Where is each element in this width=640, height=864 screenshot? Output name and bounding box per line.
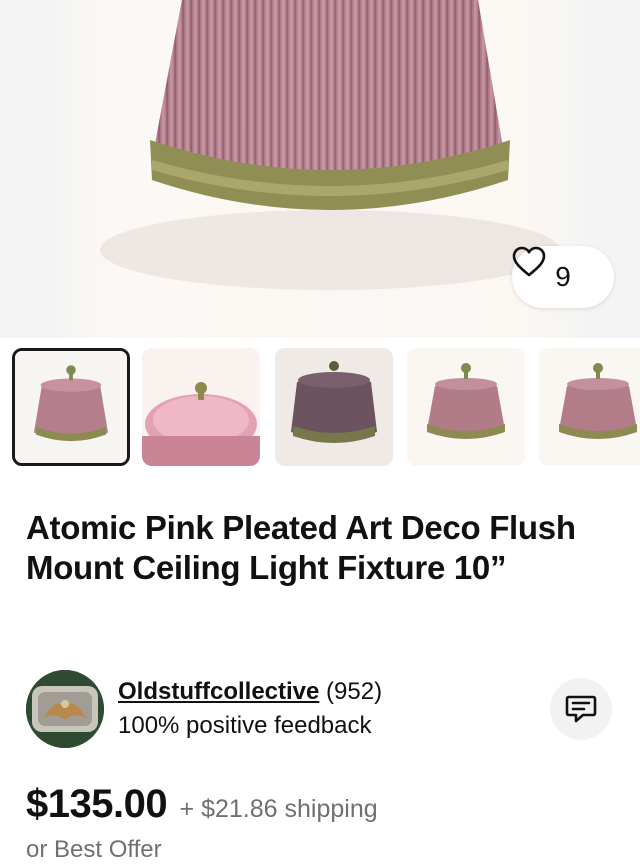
- main-product-image[interactable]: 9: [0, 0, 640, 338]
- thumbnail-1[interactable]: [12, 348, 130, 466]
- thumbnail-image: [407, 348, 525, 466]
- seller-feedback: 100% positive feedback: [118, 712, 372, 739]
- seller-name-line: Oldstuffcollective (952): [118, 678, 382, 706]
- seller-name-link[interactable]: Oldstuffcollective: [118, 678, 319, 705]
- thumbnail-3[interactable]: [275, 348, 393, 466]
- seller-avatar[interactable]: [26, 670, 104, 748]
- message-icon: [565, 695, 597, 723]
- shipping-cost: + $21.86 shipping: [179, 795, 378, 823]
- item-price: $135.00: [26, 782, 168, 826]
- listing-title: Atomic Pink Pleated Art Deco Flush Mount…: [26, 509, 576, 586]
- price-row: $135.00 + $21.86 shipping: [26, 782, 378, 827]
- message-seller-button[interactable]: [550, 678, 612, 740]
- seller-rating-count: (952): [326, 678, 383, 705]
- thumbnail-2[interactable]: [142, 348, 260, 466]
- heart-icon: [512, 246, 546, 277]
- thumbnail-image: [539, 348, 640, 466]
- best-offer-text: or Best Offer: [26, 836, 162, 863]
- thumbnail-4[interactable]: [407, 348, 525, 466]
- belt-buckle-image: [26, 670, 104, 748]
- thumbnail-image: [142, 348, 260, 466]
- seller-info: Oldstuffcollective (952) 100% positive f…: [26, 670, 626, 750]
- watch-button[interactable]: 9: [512, 246, 614, 308]
- thumbnail-5[interactable]: [539, 348, 640, 466]
- thumbnail-image: [15, 351, 127, 463]
- thumbnail-image: [275, 348, 393, 466]
- watch-count: 9: [555, 261, 571, 292]
- thumbnail-strip[interactable]: [12, 348, 640, 468]
